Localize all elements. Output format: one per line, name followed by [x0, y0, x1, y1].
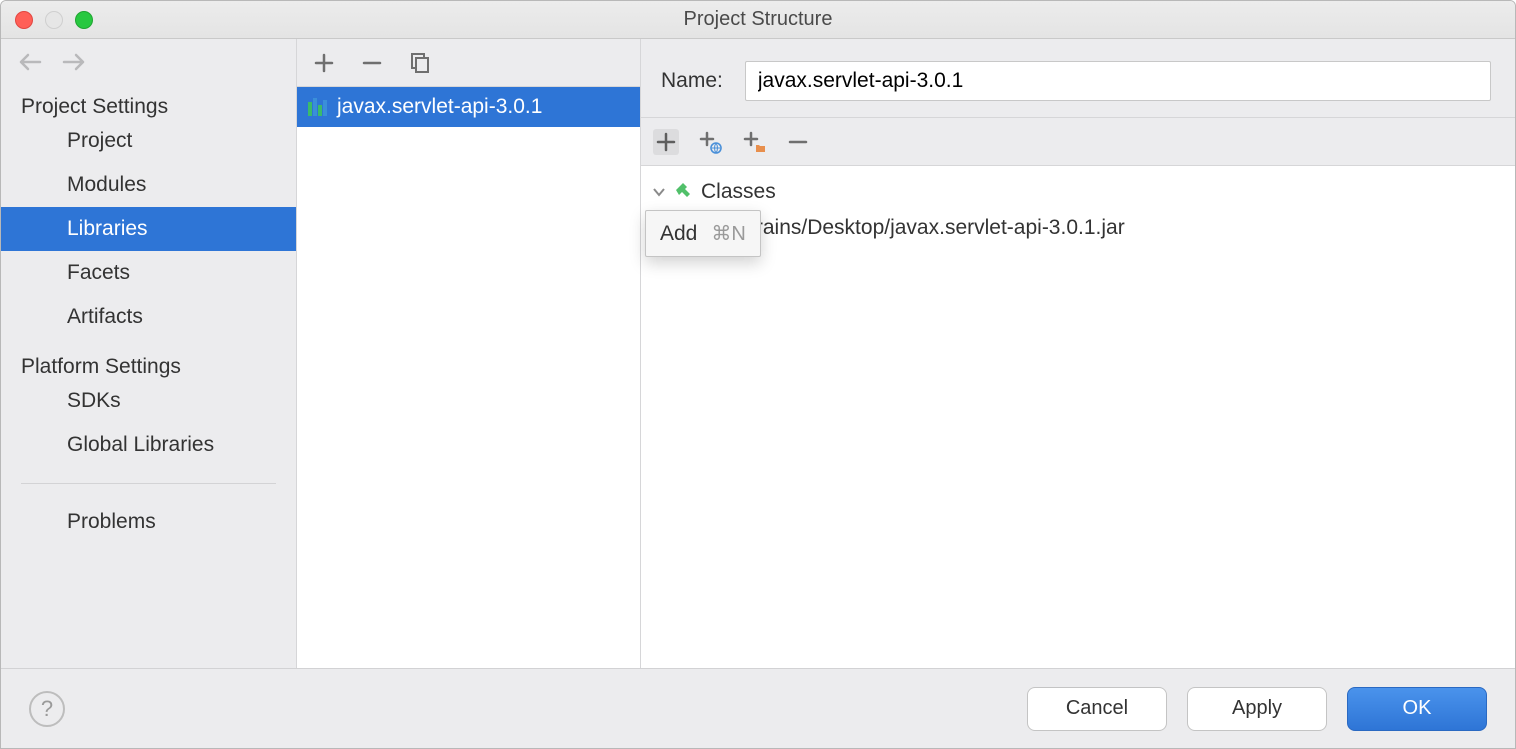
library-roots-toolbar — [641, 118, 1515, 166]
window-controls — [15, 11, 93, 29]
classes-icon — [673, 181, 695, 203]
add-root-button[interactable] — [653, 129, 679, 155]
copy-library-button[interactable] — [407, 50, 433, 76]
name-label: Name: — [661, 69, 723, 93]
library-icon — [307, 96, 329, 118]
window-minimize-button[interactable] — [45, 11, 63, 29]
ok-button[interactable]: OK — [1347, 687, 1487, 731]
sidebar-item-sdks[interactable]: SDKs — [1, 379, 296, 423]
library-name-bar: Name: — [641, 39, 1515, 118]
add-popup[interactable]: Add ⌘N — [645, 210, 761, 257]
window-close-button[interactable] — [15, 11, 33, 29]
tree-node-jar-path[interactable]: ers/jetbrains/Desktop/javax.servlet-api-… — [641, 210, 1515, 246]
sidebar-item-libraries[interactable]: Libraries — [1, 207, 296, 251]
sidebar-item-artifacts[interactable]: Artifacts — [1, 295, 296, 339]
library-name-input[interactable] — [745, 61, 1491, 101]
back-button[interactable] — [17, 49, 43, 75]
libraries-toolbar — [297, 39, 640, 87]
libraries-list-panel: javax.servlet-api-3.0.1 — [297, 39, 641, 668]
project-structure-window: Project Structure Project Settings Proje… — [0, 0, 1516, 749]
sidebar-item-project[interactable]: Project — [1, 119, 296, 163]
remove-root-button[interactable] — [785, 129, 811, 155]
sidebar-item-label: Libraries — [67, 217, 148, 240]
dialog-footer: ? Cancel Apply OK — [1, 668, 1515, 748]
window-zoom-button[interactable] — [75, 11, 93, 29]
sidebar-item-problems[interactable]: Problems — [1, 500, 296, 544]
help-icon: ? — [41, 696, 53, 722]
tree-node-label: Classes — [701, 180, 776, 204]
sidebar-divider — [21, 483, 276, 484]
dialog-body: Project Settings Project Modules Librari… — [1, 39, 1515, 668]
titlebar: Project Structure — [1, 1, 1515, 39]
add-directory-root-button[interactable] — [741, 129, 767, 155]
help-button[interactable]: ? — [29, 691, 65, 727]
window-title: Project Structure — [684, 8, 833, 31]
add-library-button[interactable] — [311, 50, 337, 76]
forward-button[interactable] — [61, 49, 87, 75]
sidebar-item-modules[interactable]: Modules — [1, 163, 296, 207]
sidebar-item-label: SDKs — [67, 389, 121, 412]
sidebar-item-facets[interactable]: Facets — [1, 251, 296, 295]
library-roots-tree: Classes ers/jetbrains/Desktop/javax.serv… — [641, 166, 1515, 668]
popup-shortcut: ⌘N — [711, 221, 745, 246]
add-url-root-button[interactable] — [697, 129, 723, 155]
sidebar-item-label: Global Libraries — [67, 433, 214, 456]
sidebar-section-project-settings: Project Settings — [1, 79, 296, 119]
libraries-list: javax.servlet-api-3.0.1 — [297, 87, 640, 668]
library-row[interactable]: javax.servlet-api-3.0.1 — [297, 87, 640, 127]
sidebar-item-label: Facets — [67, 261, 130, 284]
sidebar: Project Settings Project Modules Librari… — [1, 39, 297, 668]
popup-label: Add — [660, 222, 697, 246]
cancel-button[interactable]: Cancel — [1027, 687, 1167, 731]
chevron-down-icon — [651, 184, 667, 200]
library-row-label: javax.servlet-api-3.0.1 — [337, 95, 542, 119]
sidebar-item-label: Artifacts — [67, 305, 143, 328]
sidebar-item-label: Project — [67, 129, 132, 152]
tree-node-classes[interactable]: Classes — [641, 174, 1515, 210]
sidebar-item-label: Modules — [67, 173, 146, 196]
sidebar-section-platform-settings: Platform Settings — [1, 339, 296, 379]
apply-button[interactable]: Apply — [1187, 687, 1327, 731]
sidebar-item-global-libraries[interactable]: Global Libraries — [1, 423, 296, 467]
library-detail-panel: Name: — [641, 39, 1515, 668]
sidebar-history-nav — [1, 39, 296, 79]
remove-library-button[interactable] — [359, 50, 385, 76]
sidebar-item-label: Problems — [67, 510, 156, 533]
